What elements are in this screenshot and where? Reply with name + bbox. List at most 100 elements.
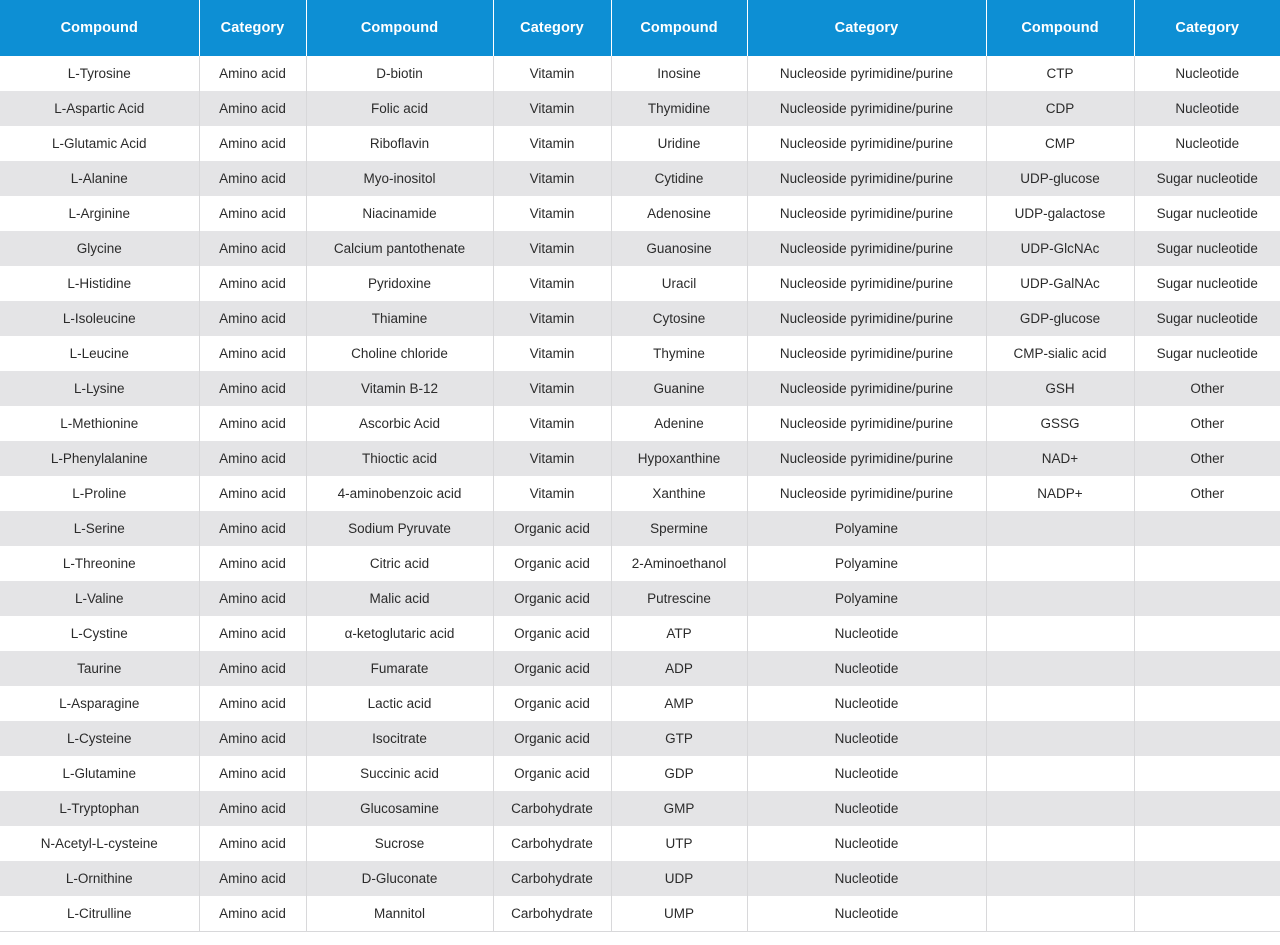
cell-category: Organic acid <box>493 756 612 791</box>
cell-compound <box>986 581 1135 616</box>
cell-category: Amino acid <box>199 266 307 301</box>
cell-compound: UDP-GlcNAc <box>986 231 1135 266</box>
cell-compound: L-Asparagine <box>0 686 200 721</box>
cell-category: Nucleoside pyrimidine/purine <box>747 336 987 371</box>
column-header-compound-3[interactable]: Compound <box>611 0 748 56</box>
cell-category: Carbohydrate <box>493 826 612 861</box>
cell-category: Nucleotide <box>747 896 987 932</box>
cell-compound: GSH <box>986 371 1135 406</box>
table-row: L-Phenylalanine Amino acid Thioctic acid Vi… <box>0 441 1280 476</box>
cell-category <box>1134 826 1280 861</box>
cell-category <box>1134 861 1280 896</box>
cell-compound: L-Cystine <box>0 616 200 651</box>
table-row: L-Tryptophan Amino acid Glucosamine Carbohy… <box>0 791 1280 826</box>
table-row: L-Threonine Amino acid Citric acid Organic … <box>0 546 1280 581</box>
cell-compound: UMP <box>611 896 748 932</box>
cell-compound: L-Lysine <box>0 371 200 406</box>
cell-category: Vitamin <box>493 231 612 266</box>
cell-category: Amino acid <box>199 896 307 932</box>
cell-compound: UDP-GalNAc <box>986 266 1135 301</box>
cell-compound: L-Histidine <box>0 266 200 301</box>
cell-compound: Uridine <box>611 126 748 161</box>
cell-compound: Cytosine <box>611 301 748 336</box>
column-header-category-4[interactable]: Category <box>1134 0 1280 56</box>
cell-compound: ATP <box>611 616 748 651</box>
cell-compound: 2-Aminoethanol <box>611 546 748 581</box>
cell-category: Organic acid <box>493 616 612 651</box>
column-header-category-1[interactable]: Category <box>199 0 307 56</box>
table-row: L-Arginine Amino acid Niacinamide Vitamin Ad… <box>0 196 1280 231</box>
cell-category: Nucleoside pyrimidine/purine <box>747 301 987 336</box>
cell-category: Nucleotide <box>747 651 987 686</box>
cell-compound: L-Threonine <box>0 546 200 581</box>
cell-compound: Pyridoxine <box>306 266 494 301</box>
cell-category: Other <box>1134 441 1280 476</box>
column-header-compound-2[interactable]: Compound <box>306 0 494 56</box>
cell-compound: UDP <box>611 861 748 896</box>
cell-category: Amino acid <box>199 161 307 196</box>
cell-compound: Riboflavin <box>306 126 494 161</box>
cell-category: Nucleotide <box>747 721 987 756</box>
cell-category: Amino acid <box>199 441 307 476</box>
cell-compound: GMP <box>611 791 748 826</box>
cell-category: Amino acid <box>199 91 307 126</box>
cell-compound: L-Methionine <box>0 406 200 441</box>
cell-category <box>1134 756 1280 791</box>
cell-compound: L-Ornithine <box>0 861 200 896</box>
cell-compound: Calcium pantothenate <box>306 231 494 266</box>
cell-compound: GTP <box>611 721 748 756</box>
column-header-category-3[interactable]: Category <box>747 0 987 56</box>
cell-category: Amino acid <box>199 826 307 861</box>
cell-compound: Glucosamine <box>306 791 494 826</box>
cell-compound: Spermine <box>611 511 748 546</box>
cell-category: Nucleotide <box>747 861 987 896</box>
cell-category: Nucleotide <box>747 756 987 791</box>
table-header: Compound Category Compound Category Comp… <box>0 0 1280 56</box>
table-row: L-Serine Amino acid Sodium Pyruvate Organic… <box>0 511 1280 546</box>
cell-compound: Citric acid <box>306 546 494 581</box>
cell-category: Organic acid <box>493 581 612 616</box>
cell-compound: Inosine <box>611 56 748 91</box>
cell-compound <box>986 791 1135 826</box>
cell-category: Polyamine <box>747 511 987 546</box>
cell-compound: Fumarate <box>306 651 494 686</box>
column-header-compound-4[interactable]: Compound <box>986 0 1135 56</box>
cell-compound: L-Arginine <box>0 196 200 231</box>
cell-category <box>1134 686 1280 721</box>
cell-compound: GDP-glucose <box>986 301 1135 336</box>
cell-category: Sugar nucleotide <box>1134 301 1280 336</box>
cell-category: Organic acid <box>493 651 612 686</box>
table-row: L-Cysteine Amino acid Isocitrate Organic ac… <box>0 721 1280 756</box>
table-row: L-Alanine Amino acid Myo-inositol Vitamin Cy… <box>0 161 1280 196</box>
cell-compound <box>986 896 1135 932</box>
header-row: Compound Category Compound Category Comp… <box>0 0 1280 56</box>
cell-category: Vitamin <box>493 196 612 231</box>
cell-compound: Mannitol <box>306 896 494 932</box>
cell-compound: NAD+ <box>986 441 1135 476</box>
cell-category: Sugar nucleotide <box>1134 196 1280 231</box>
column-header-category-2[interactable]: Category <box>493 0 612 56</box>
table-row: L-Methionine Amino acid Ascorbic Acid Vitam… <box>0 406 1280 441</box>
table-row: L-Cystine Amino acid α-ketoglutaric acid Or… <box>0 616 1280 651</box>
cell-category: Carbohydrate <box>493 861 612 896</box>
column-header-compound-1[interactable]: Compound <box>0 0 200 56</box>
cell-category: Vitamin <box>493 56 612 91</box>
cell-category: Sugar nucleotide <box>1134 266 1280 301</box>
table-row: L-Citrulline Amino acid Mannitol Carbohydra… <box>0 896 1280 932</box>
cell-category: Nucleotide <box>747 616 987 651</box>
cell-category: Other <box>1134 406 1280 441</box>
cell-category: Polyamine <box>747 546 987 581</box>
cell-category: Carbohydrate <box>493 896 612 932</box>
table-row: N-Acetyl-L-cysteine Amino acid Sucrose Carb… <box>0 826 1280 861</box>
cell-category: Nucleoside pyrimidine/purine <box>747 476 987 511</box>
cell-compound: Folic acid <box>306 91 494 126</box>
cell-category <box>1134 616 1280 651</box>
cell-category: Vitamin <box>493 91 612 126</box>
cell-category: Amino acid <box>199 861 307 896</box>
cell-compound: UDP-glucose <box>986 161 1135 196</box>
cell-compound: Isocitrate <box>306 721 494 756</box>
cell-category: Nucleoside pyrimidine/purine <box>747 56 987 91</box>
table-row: L-Isoleucine Amino acid Thiamine Vitamin Cyt… <box>0 301 1280 336</box>
cell-compound: GDP <box>611 756 748 791</box>
cell-category: Nucleoside pyrimidine/purine <box>747 196 987 231</box>
